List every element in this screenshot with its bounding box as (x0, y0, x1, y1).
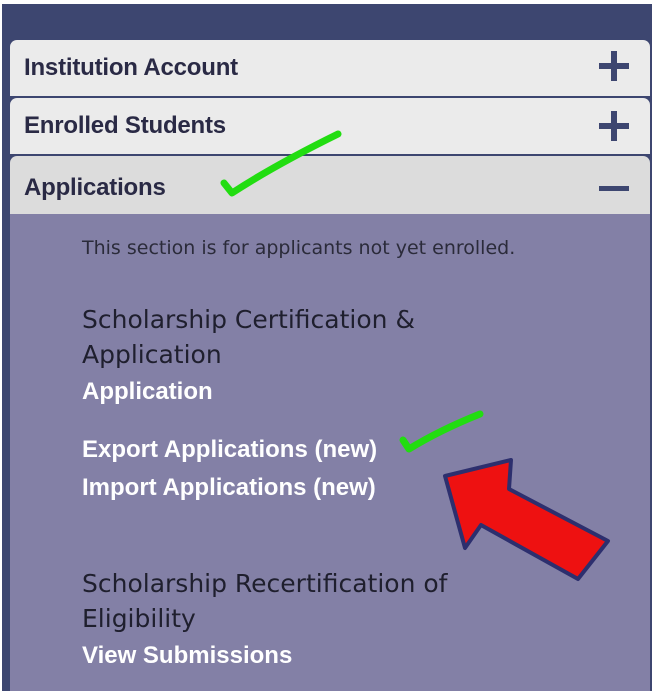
section-title-certification: Scholarship Certification & Application (82, 305, 415, 369)
accordion-label-applications: Applications (24, 174, 166, 201)
accordion-header-enrolled-students[interactable]: Enrolled Students (10, 98, 650, 154)
plus-icon[interactable] (598, 110, 630, 142)
accordion-header-applications[interactable]: Applications (10, 156, 650, 216)
accordion-body-applications: This section is for applicants not yet e… (10, 214, 650, 691)
sidebar-panel: Institution Account Enrolled Students Ap… (2, 4, 652, 691)
plus-icon[interactable] (598, 50, 630, 82)
link-application[interactable]: Application (82, 378, 213, 406)
screenshot-frame: Institution Account Enrolled Students Ap… (0, 0, 659, 691)
accordion-label-institution-account: Institution Account (24, 54, 238, 81)
section-note: This section is for applicants not yet e… (82, 237, 516, 259)
link-export-applications[interactable]: Export Applications (new) (82, 436, 377, 464)
link-import-applications[interactable]: Import Applications (new) (82, 474, 376, 502)
accordion-label-enrolled-students: Enrolled Students (24, 112, 226, 139)
section-title-recertification: Scholarship Recertification of Eligibili… (82, 569, 448, 633)
accordion-header-institution-account[interactable]: Institution Account (10, 40, 650, 96)
minus-icon[interactable] (598, 172, 630, 204)
link-view-submissions[interactable]: View Submissions (82, 642, 292, 670)
